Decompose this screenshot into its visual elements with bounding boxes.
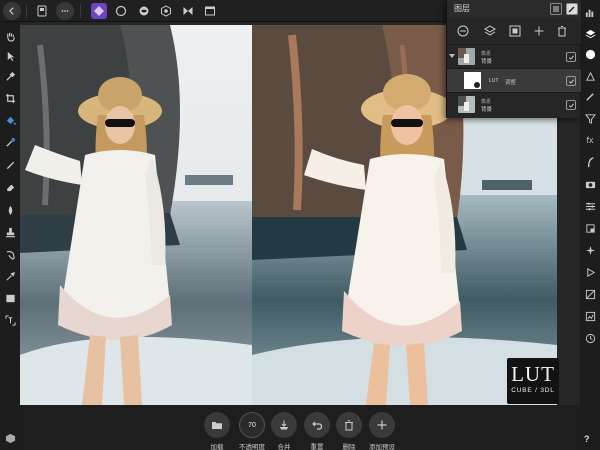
transform-icon[interactable] bbox=[582, 220, 598, 236]
lut-badge: LUT CUBE / 3DL bbox=[507, 358, 559, 404]
layer-thumbnail bbox=[458, 48, 475, 65]
tools-panel bbox=[0, 22, 20, 450]
move-icon[interactable] bbox=[2, 48, 18, 64]
add-layer-icon[interactable] bbox=[531, 23, 547, 39]
add-preset-label: 添加预设 bbox=[369, 444, 395, 450]
panel-menu-icon[interactable] bbox=[550, 3, 562, 15]
dodge-icon[interactable] bbox=[2, 202, 18, 218]
expand-arrow-icon[interactable] bbox=[449, 54, 455, 58]
layer-item[interactable]: 像素 背景 bbox=[447, 92, 581, 116]
delete-button[interactable] bbox=[336, 412, 362, 438]
brushes-icon[interactable] bbox=[582, 88, 598, 104]
opacity-dial[interactable]: 70 bbox=[239, 412, 265, 438]
erase-brush-icon[interactable] bbox=[2, 178, 18, 194]
layer-type-label: 像素 bbox=[481, 99, 492, 105]
context-toolbar: 加载 70 不透明度 合并 重置 删除 添加预设 bbox=[20, 405, 580, 450]
layer-name: 背景 bbox=[481, 107, 493, 113]
smudge-icon[interactable] bbox=[2, 246, 18, 262]
history-icon[interactable] bbox=[582, 330, 598, 346]
opacity-value: 70 bbox=[248, 421, 256, 429]
mask-icon[interactable] bbox=[507, 23, 523, 39]
channels-icon[interactable] bbox=[582, 286, 598, 302]
studio-bar: fx bbox=[580, 0, 600, 450]
reset-button[interactable] bbox=[304, 412, 330, 438]
layer-type-label: LUT bbox=[489, 78, 499, 84]
layers-panel-toolbar bbox=[447, 18, 581, 44]
lut-badge-title: LUT bbox=[511, 362, 555, 386]
rectangle-icon[interactable] bbox=[2, 290, 18, 306]
layer-name: 调整 bbox=[505, 80, 517, 86]
liquify-persona-icon[interactable] bbox=[136, 3, 152, 19]
filter-icon[interactable] bbox=[582, 110, 598, 126]
flood-select-icon[interactable] bbox=[2, 134, 18, 150]
stock-icon[interactable] bbox=[582, 308, 598, 324]
layers-panel-title: 图层 bbox=[454, 4, 470, 13]
reset-icon bbox=[312, 421, 323, 430]
merge-button[interactable] bbox=[271, 412, 297, 438]
layer-type-label: 像素 bbox=[481, 51, 492, 57]
styles-icon[interactable] bbox=[582, 154, 598, 170]
paint-brush-icon[interactable] bbox=[2, 156, 18, 172]
red-eye-icon[interactable] bbox=[2, 268, 18, 284]
export-persona-icon[interactable] bbox=[202, 3, 218, 19]
blend-mode-icon[interactable] bbox=[455, 23, 471, 39]
text-tool-icon[interactable] bbox=[2, 312, 18, 328]
effects-icon[interactable]: fx bbox=[582, 132, 598, 148]
tone-mapping-persona-icon[interactable] bbox=[180, 3, 196, 19]
plus-icon bbox=[377, 420, 387, 430]
affinity-photo-app: LUT CUBE / 3DL fx ? 图层 像素 背景 LUT 调整 像素 背… bbox=[0, 0, 600, 450]
color-icon[interactable] bbox=[582, 46, 598, 62]
layer-stack-icon[interactable] bbox=[482, 23, 498, 39]
folder-icon bbox=[212, 422, 222, 429]
navigator-icon[interactable] bbox=[582, 242, 598, 258]
layers-panel: 图层 像素 背景 LUT 调整 像素 背景 bbox=[446, 0, 581, 118]
assistant-icon[interactable] bbox=[2, 430, 18, 446]
camera-icon[interactable] bbox=[582, 176, 598, 192]
selection-persona-icon[interactable] bbox=[113, 3, 129, 19]
clone-stamp-icon[interactable] bbox=[2, 224, 18, 240]
delete-layer-icon[interactable] bbox=[554, 23, 570, 39]
layer-item[interactable]: 像素 背景 bbox=[447, 44, 581, 68]
histogram-icon[interactable] bbox=[582, 4, 598, 20]
back-icon[interactable] bbox=[3, 2, 21, 20]
layers-icon[interactable] bbox=[582, 26, 598, 42]
photo-persona-icon[interactable] bbox=[91, 3, 107, 19]
load-button[interactable] bbox=[204, 412, 230, 438]
original-photo bbox=[20, 25, 252, 405]
lut-adjustment-thumbnail bbox=[464, 72, 481, 89]
hand-icon[interactable] bbox=[2, 28, 18, 44]
color-picker-icon[interactable] bbox=[2, 68, 18, 84]
more-icon[interactable] bbox=[56, 2, 74, 20]
layers-panel-header: 图层 bbox=[447, 0, 581, 18]
layer-visibility-checkbox[interactable] bbox=[566, 100, 576, 110]
swatches-icon[interactable] bbox=[582, 68, 598, 84]
layer-name: 背景 bbox=[481, 59, 493, 65]
layer-item[interactable]: LUT 调整 bbox=[447, 68, 581, 92]
develop-persona-icon[interactable] bbox=[158, 3, 174, 19]
add-preset-button[interactable] bbox=[369, 412, 395, 438]
help-button[interactable]: ? bbox=[584, 434, 590, 444]
lut-badge-subtitle: CUBE / 3DL bbox=[511, 387, 555, 394]
adjustments-icon[interactable] bbox=[582, 198, 598, 214]
trash-icon bbox=[345, 420, 353, 431]
layer-visibility-checkbox[interactable] bbox=[566, 76, 576, 86]
panel-brush-icon[interactable] bbox=[566, 3, 578, 15]
merge-icon bbox=[280, 420, 288, 430]
macro-icon[interactable] bbox=[582, 264, 598, 280]
layer-thumbnail bbox=[458, 96, 475, 113]
document-icon[interactable] bbox=[34, 3, 50, 19]
crop-icon[interactable] bbox=[2, 90, 18, 106]
layer-visibility-checkbox[interactable] bbox=[566, 52, 576, 62]
fill-icon[interactable] bbox=[2, 112, 18, 128]
